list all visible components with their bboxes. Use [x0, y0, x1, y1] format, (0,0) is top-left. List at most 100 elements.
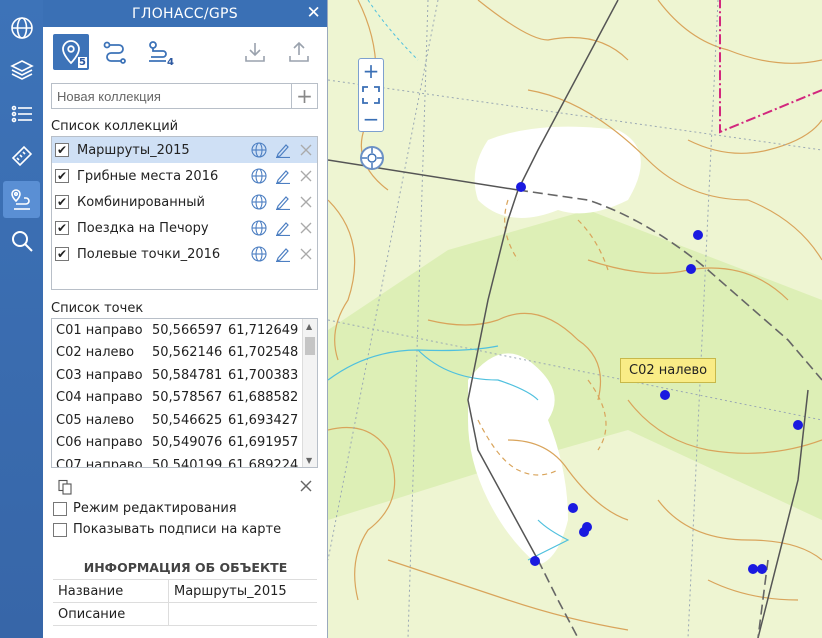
locate-button[interactable] — [360, 146, 384, 170]
point-name: С05 налево — [56, 412, 135, 428]
collection-checkbox[interactable]: ✔ — [55, 221, 69, 235]
globe-icon[interactable] — [3, 9, 40, 46]
delete-icon[interactable] — [299, 142, 313, 158]
map-canvas — [328, 0, 822, 638]
download-icon — [245, 43, 265, 62]
object-info-title: ИНФОРМАЦИЯ ОБ ОБЪЕКТЕ — [83, 560, 288, 575]
layers-icon[interactable] — [3, 51, 40, 88]
info-row-name: Название Маршруты_2015 — [53, 580, 317, 603]
globe-icon[interactable] — [251, 246, 267, 262]
point-lat: 61,689224 — [228, 457, 299, 468]
delete-icon[interactable] — [299, 246, 313, 262]
points-button[interactable]: 5 — [53, 34, 89, 70]
scroll-thumb[interactable] — [305, 337, 315, 355]
point-name: С06 направо — [56, 435, 143, 451]
zoom-in-button[interactable]: + — [359, 59, 383, 83]
ruler-icon[interactable] — [3, 137, 40, 174]
gps-panel: ГЛОНАСС/GPS ✕ 5 4 + — [43, 0, 328, 638]
delete-icon[interactable] — [299, 194, 313, 210]
point-lon: 50,540199 — [152, 457, 223, 468]
point-lon: 50,546625 — [152, 412, 223, 428]
show-labels-label: Показывать подписи на карте — [73, 522, 282, 537]
edit-icon[interactable] — [275, 194, 291, 210]
point-lat: 61,712649 — [228, 322, 299, 338]
point-name: С02 налево — [56, 345, 135, 361]
edit-mode-label: Режим редактирования — [73, 501, 237, 516]
left-rail — [0, 0, 43, 638]
point-name: С01 направо — [56, 322, 143, 338]
collection-checkbox[interactable]: ✔ — [55, 247, 69, 261]
clear-icon[interactable] — [299, 479, 313, 493]
gps-route-icon[interactable] — [3, 181, 40, 218]
collection-row[interactable]: ✔ Маршруты_2015 — [52, 137, 317, 163]
edit-icon[interactable] — [275, 168, 291, 184]
collection-row[interactable]: ✔ Поездка на Печору — [52, 215, 317, 241]
point-row[interactable]: С05 налево 50,546625 61,693427 — [52, 409, 317, 432]
point-row[interactable]: С03 направо 50,584781 61,700383 — [52, 364, 317, 387]
edit-icon[interactable] — [275, 142, 291, 158]
track-icon — [103, 41, 126, 64]
point-lat: 61,688582 — [228, 390, 299, 406]
copy-icon[interactable] — [57, 479, 73, 495]
download-button[interactable] — [237, 34, 273, 70]
scroll-down-icon[interactable]: ▼ — [306, 456, 312, 465]
edit-mode-option[interactable]: Режим редактирования — [53, 501, 237, 516]
point-tooltip: С02 налево — [620, 358, 717, 383]
add-collection-button[interactable]: + — [291, 84, 317, 108]
show-labels-option[interactable]: Показывать подписи на карте — [53, 522, 281, 537]
collections-label: Список коллекций — [51, 119, 179, 134]
collection-row[interactable]: ✔ Полевые точки_2016 — [52, 241, 317, 267]
point-row[interactable]: С02 налево 50,562146 61,702548 — [52, 342, 317, 365]
info-name-value[interactable]: Маршруты_2015 — [169, 584, 287, 599]
point-row[interactable]: С01 направо 50,566597 61,712649 — [52, 319, 317, 342]
point-lon: 50,578567 — [152, 390, 223, 406]
fit-extent-button[interactable] — [359, 83, 383, 107]
map-view[interactable]: + − С02 налево — [328, 0, 822, 638]
globe-icon[interactable] — [251, 168, 267, 184]
zoom-control: + − — [358, 58, 384, 132]
zoom-out-button[interactable]: − — [359, 107, 383, 131]
edit-mode-checkbox[interactable] — [53, 501, 67, 516]
point-name: С03 направо — [56, 367, 143, 383]
globe-icon[interactable] — [251, 220, 267, 236]
point-row[interactable]: С07 направо 50,540199 61,689224 — [52, 454, 317, 468]
edit-icon[interactable] — [275, 246, 291, 262]
points-label: Список точек — [51, 301, 144, 316]
object-info-table: Название Маршруты_2015 Описание — [53, 579, 317, 626]
collection-checkbox[interactable]: ✔ — [55, 169, 69, 183]
points-count-badge: 5 — [78, 57, 87, 68]
delete-icon[interactable] — [299, 220, 313, 236]
panel-toolbar: 5 4 — [51, 34, 319, 72]
collection-row[interactable]: ✔ Грибные места 2016 — [52, 163, 317, 189]
tracks-button[interactable] — [97, 34, 133, 70]
show-labels-checkbox[interactable] — [53, 522, 67, 537]
points-list: С01 направо 50,566597 61,712649 С02 налево… — [51, 318, 318, 468]
point-lat: 61,700383 — [228, 367, 299, 383]
search-icon[interactable] — [3, 222, 40, 259]
routes-button[interactable]: 4 — [141, 34, 177, 70]
collection-checkbox[interactable]: ✔ — [55, 195, 69, 209]
new-collection-field: + — [51, 83, 318, 109]
delete-icon[interactable] — [299, 168, 313, 184]
list-icon[interactable] — [3, 95, 40, 132]
collections-list: ✔ Маршруты_2015 ✔ Грибные места 2016 ✔ К… — [51, 136, 318, 290]
upload-button[interactable] — [281, 34, 317, 70]
globe-icon[interactable] — [251, 142, 267, 158]
globe-icon[interactable] — [251, 194, 267, 210]
info-name-label: Название — [53, 580, 169, 602]
point-lon: 50,562146 — [152, 345, 223, 361]
edit-icon[interactable] — [275, 220, 291, 236]
info-desc-label: Описание — [53, 603, 169, 625]
scroll-up-icon[interactable]: ▲ — [306, 322, 312, 331]
collection-checkbox[interactable]: ✔ — [55, 143, 69, 157]
point-row[interactable]: С04 направо 50,578567 61,688582 — [52, 387, 317, 410]
collection-row[interactable]: ✔ Комбинированный — [52, 189, 317, 215]
new-collection-input[interactable] — [52, 84, 291, 108]
point-name: С07 направо — [56, 457, 143, 468]
upload-icon — [289, 41, 309, 62]
point-lat: 61,693427 — [228, 412, 299, 428]
close-icon[interactable]: ✕ — [306, 3, 321, 23]
panel-header: ГЛОНАСС/GPS ✕ — [43, 0, 327, 27]
points-scrollbar[interactable]: ▲ ▼ — [302, 319, 317, 467]
point-row[interactable]: С06 направо 50,549076 61,691957 — [52, 432, 317, 455]
